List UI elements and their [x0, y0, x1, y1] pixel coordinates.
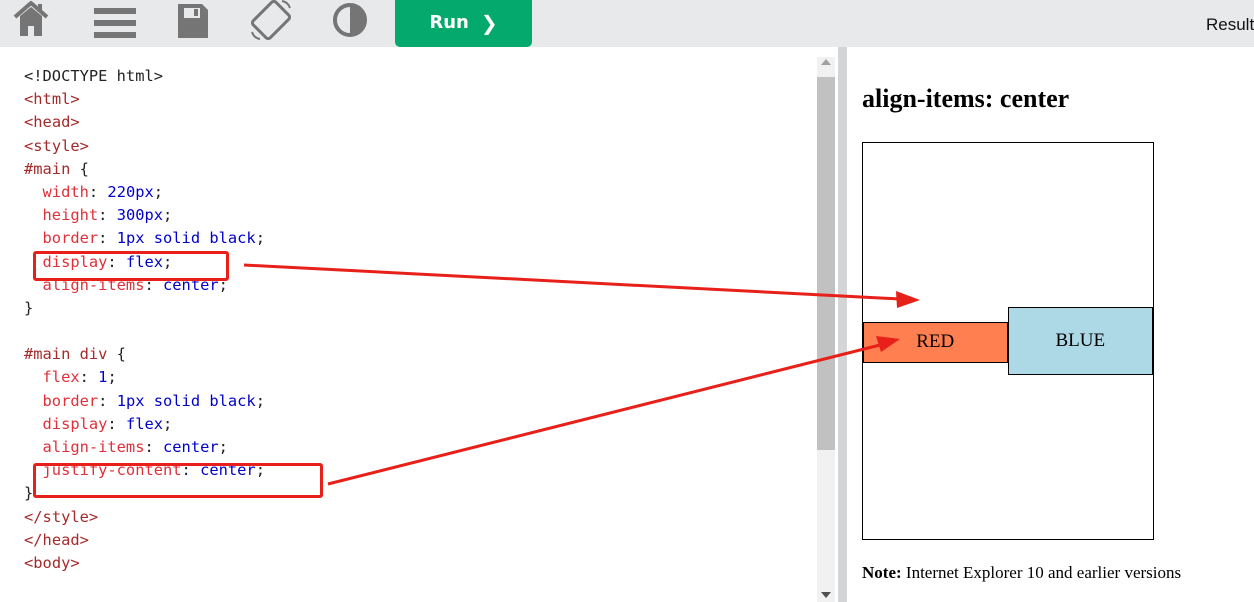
editor-scrollbar[interactable] [817, 57, 835, 602]
toolbar: Run ❯ Result [0, 0, 1254, 47]
scroll-down-arrow-icon[interactable] [821, 592, 831, 598]
code-token: 220px [107, 182, 154, 201]
code-token: html [33, 90, 71, 109]
code-token: < [24, 90, 34, 109]
code-token: style [33, 136, 80, 155]
code-line[interactable]: align-items: center; [24, 436, 265, 459]
code-token: < [24, 553, 34, 572]
code-token: height [24, 206, 99, 225]
code-token: style [42, 507, 89, 526]
highlight-justify-content [33, 463, 323, 498]
flex-container-demo: RED BLUE [862, 142, 1154, 540]
code-line[interactable]: <body> [24, 552, 265, 575]
red-flex-item: RED [863, 321, 1008, 363]
code-token: 300px [116, 206, 164, 225]
blue-flex-item: BLUE [1007, 307, 1153, 375]
code-token: head [33, 113, 71, 132]
code-token: flex [24, 368, 80, 387]
code-token: > [70, 90, 80, 109]
code-token: : [98, 229, 117, 248]
code-token: <!DOCTYPE html> [24, 67, 163, 85]
code-token: body [33, 553, 71, 572]
code-token: ; [163, 414, 173, 433]
code-token: #main [24, 159, 71, 178]
code-token: display [24, 414, 108, 433]
code-token: : [79, 368, 99, 387]
code-line[interactable]: } [24, 297, 265, 320]
code-token: : [144, 438, 164, 456]
menu-icon[interactable] [94, 0, 136, 40]
rotate-icon[interactable] [250, 0, 292, 40]
code-token: ; [255, 391, 265, 410]
code-token: : [88, 182, 108, 201]
scroll-up-arrow-icon[interactable] [821, 59, 831, 65]
code-token: > [70, 553, 80, 572]
code-token: { [70, 159, 89, 178]
code-token: border [24, 391, 99, 410]
code-token: > [70, 113, 80, 132]
note-text: Internet Explorer 10 and earlier version… [901, 563, 1182, 582]
code-line[interactable]: <style> [24, 135, 265, 158]
code-token: width [24, 182, 89, 201]
code-token: #main div [24, 345, 108, 364]
code-token: center [163, 438, 219, 456]
code-token: </ [24, 507, 43, 526]
code-line[interactable]: display: flex; [24, 413, 265, 436]
code-line[interactable] [24, 320, 265, 343]
note-label: Note: [862, 563, 902, 582]
code-token: ; [218, 438, 228, 456]
code-token: < [24, 136, 34, 155]
code-line[interactable]: <html> [24, 88, 265, 111]
code-token: 1px solid black [116, 229, 256, 248]
code-token: } [24, 484, 34, 503]
code-token: flex [125, 414, 164, 433]
code-token: > [88, 507, 99, 526]
run-label: Run [429, 12, 469, 33]
chevron-right-icon: ❯ [480, 10, 498, 35]
code-editor[interactable]: <!DOCTYPE html> <html> <head> <style> #main … [0, 47, 847, 602]
code-token: { [107, 345, 126, 364]
compatibility-note: Note: Internet Explorer 10 and earlier v… [862, 563, 1181, 583]
code-line[interactable]: flex: 1; [24, 366, 265, 389]
run-button[interactable]: Run ❯ [395, 0, 532, 47]
code-line[interactable]: </head> [24, 529, 265, 552]
code-token: < [24, 113, 34, 132]
result-label: Result [1206, 15, 1254, 34]
code-line[interactable]: </style> [24, 506, 265, 529]
code-line[interactable]: <!DOCTYPE html> [24, 65, 265, 88]
scrollbar-thumb[interactable] [817, 77, 835, 450]
code-token: ; [255, 229, 265, 248]
contrast-icon[interactable] [332, 0, 368, 40]
home-icon[interactable] [12, 0, 50, 40]
code-line[interactable]: height: 300px; [24, 204, 265, 227]
code-token: 1px solid black [116, 391, 256, 410]
code-text[interactable]: <!DOCTYPE html> <html> <head> <style> #main … [24, 65, 265, 575]
code-token: </ [24, 530, 43, 549]
code-token: > [79, 136, 89, 155]
code-line[interactable]: <head> [24, 111, 265, 134]
code-token: head [42, 530, 80, 549]
code-token: ; [163, 206, 173, 225]
highlight-display-flex [33, 251, 229, 281]
result-heading: align-items: center [862, 84, 1070, 113]
code-line[interactable]: border: 1px solid black; [24, 227, 265, 250]
code-line[interactable]: #main div { [24, 343, 265, 366]
code-line[interactable]: width: 220px; [24, 181, 265, 204]
code-token: : [107, 414, 126, 433]
code-token: ; [107, 368, 117, 387]
code-token: > [79, 530, 89, 549]
code-token: border [24, 229, 99, 248]
code-token: align-items [24, 438, 145, 456]
code-line[interactable]: #main { [24, 158, 265, 181]
code-line[interactable]: border: 1px solid black; [24, 390, 265, 413]
code-token: ; [153, 182, 164, 201]
result-pane: align-items: center RED BLUE Note: Inter… [847, 47, 1254, 602]
code-token: : [98, 391, 117, 410]
code-token: : [98, 206, 117, 225]
save-icon[interactable] [178, 0, 208, 40]
code-token: } [24, 298, 34, 317]
